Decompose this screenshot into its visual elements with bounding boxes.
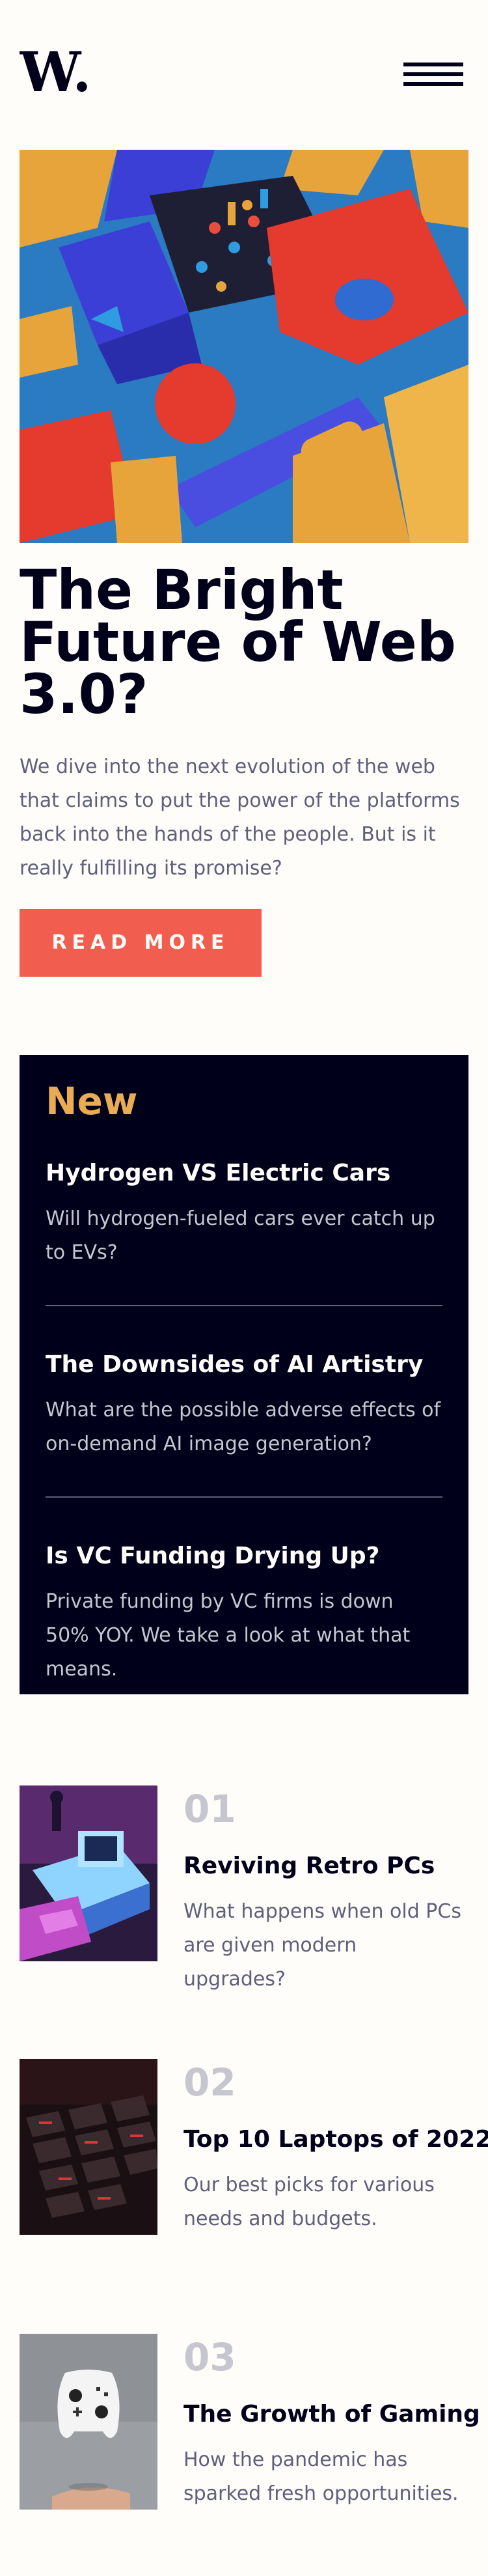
hero-image [20, 150, 468, 543]
logo-icon: W. [19, 40, 92, 104]
hero-description: We dive into the next evolution of the w… [20, 755, 460, 880]
trending-title[interactable]: Reviving Retro PCs [183, 1852, 435, 1881]
trending-title[interactable]: Top 10 Laptops of 2022 [183, 2125, 488, 2154]
page: W. The Bright Future of Web 3.0? We dive… [0, 0, 488, 2576]
abstract-3d-shapes-image [20, 150, 468, 543]
trending-description: Our best picks for various needs and bud… [183, 2174, 435, 2230]
new-item-title[interactable]: Hydrogen VS Electric Cars [46, 1159, 442, 1188]
trending-number: 01 [183, 1787, 236, 1831]
new-item-title[interactable]: Is VC Funding Drying Up? [46, 1542, 442, 1571]
divider [46, 1305, 442, 1306]
new-item: Is VC Funding Drying Up? Private funding… [46, 1542, 442, 1687]
new-item-description: What are the possible adverse effects of… [46, 1399, 441, 1455]
trending-item: 02 Top 10 Laptops of 2022 Our best picks… [20, 2059, 488, 2235]
menu-line [403, 63, 463, 66]
new-item-description: Will hydrogen-fueled cars ever catch up … [46, 1207, 435, 1264]
read-more-button[interactable]: READ MORE [20, 909, 262, 977]
laptop-keyboard-image [20, 2059, 157, 2235]
new-heading: New [46, 1079, 138, 1123]
new-item: The Downsides of AI Artistry What are th… [46, 1351, 442, 1461]
new-panel: New Hydrogen VS Electric Cars Will hydro… [20, 1055, 468, 1694]
trending-item: 01 Reviving Retro PCs What happens when … [20, 1785, 468, 1991]
hamburger-menu-icon[interactable] [403, 60, 463, 89]
logo-text: W. [20, 51, 92, 96]
divider [46, 1496, 442, 1498]
retro-pc-image [20, 1785, 157, 1961]
game-controller-image [20, 2334, 157, 2510]
new-item-title[interactable]: The Downsides of AI Artistry [46, 1351, 442, 1379]
logo[interactable]: W. [19, 40, 92, 104]
trending-number: 02 [183, 2060, 236, 2105]
menu-line [403, 82, 463, 86]
menu-line [403, 72, 463, 76]
new-item: Hydrogen VS Electric Cars Will hydrogen-… [46, 1159, 442, 1270]
hero-title: The Bright Future of Web 3.0? [20, 558, 456, 726]
new-item-description: Private funding by VC firms is down 50% … [46, 1590, 411, 1681]
trending-title[interactable]: The Growth of Gaming [183, 2400, 480, 2429]
trending-number: 03 [183, 2335, 236, 2379]
trending-item: 03 The Growth of Gaming How the pandemic… [20, 2334, 480, 2510]
trending-description: What happens when old PCs are given mode… [183, 1900, 461, 1991]
trending-description: How the pandemic has sparked fresh oppor… [183, 2448, 459, 2505]
